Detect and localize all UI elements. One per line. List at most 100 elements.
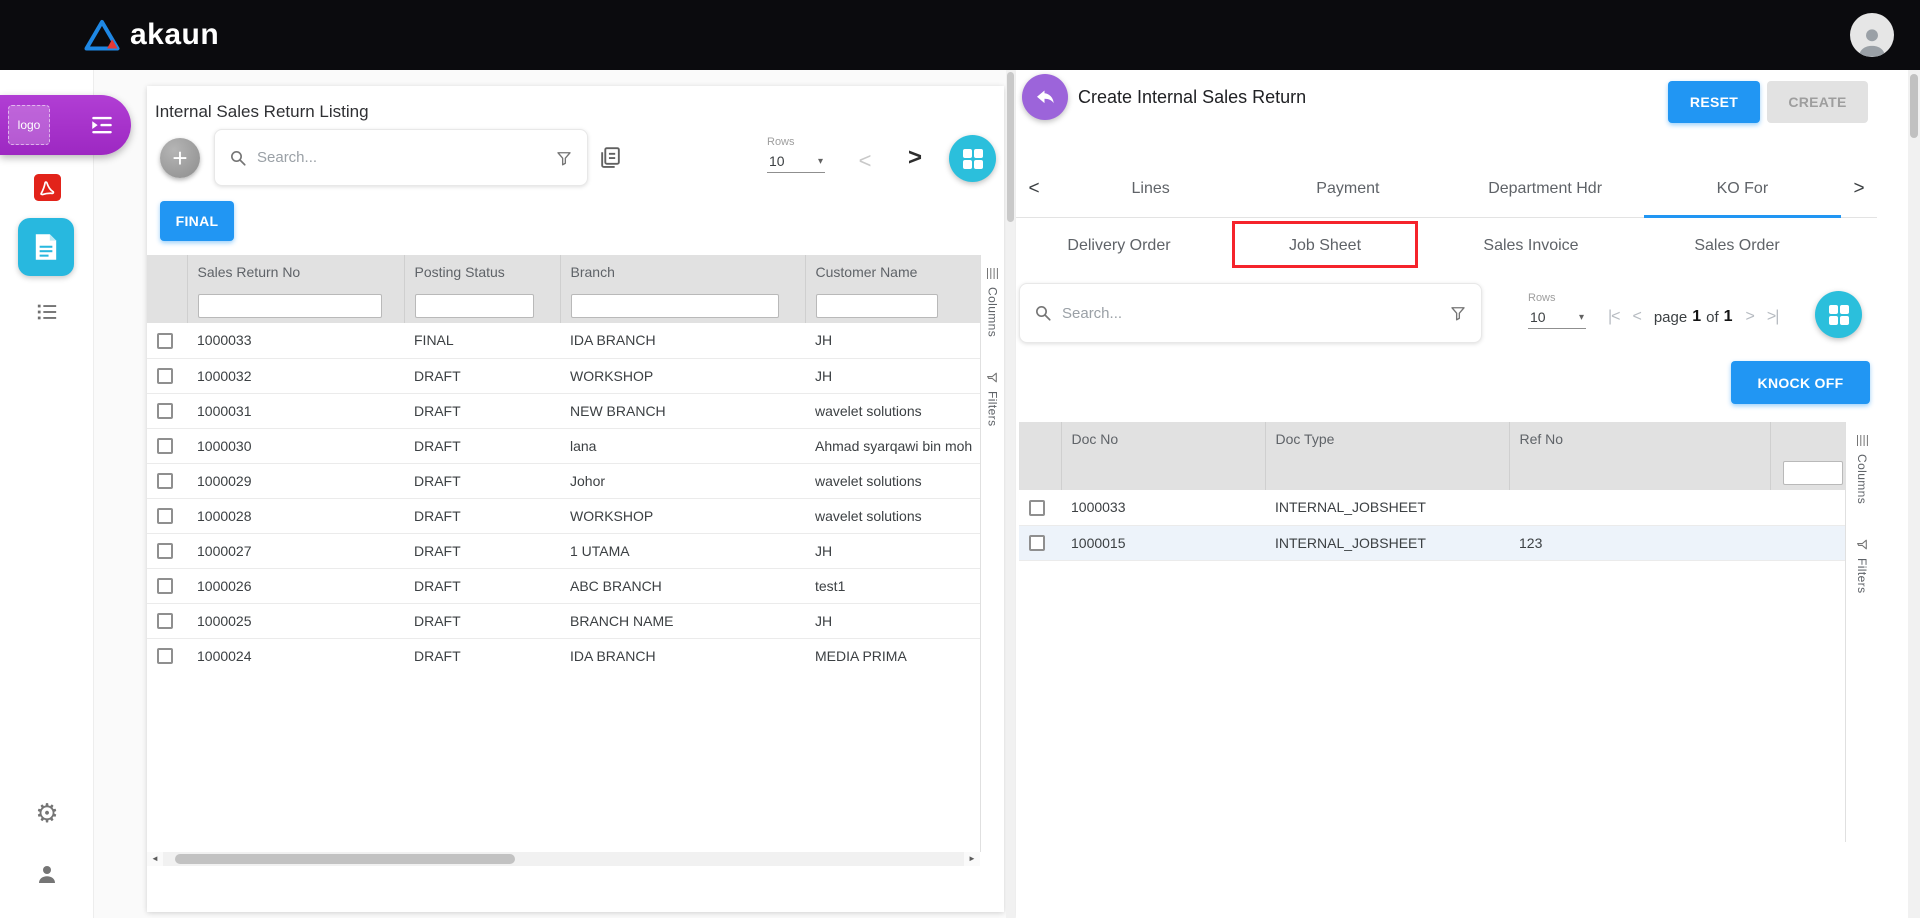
grid-view-button[interactable] [949, 135, 996, 182]
row-checkbox[interactable] [157, 333, 173, 349]
document-module-button[interactable] [18, 218, 74, 276]
brand-logo[interactable]: akaun [84, 18, 219, 52]
user-avatar[interactable] [1850, 13, 1894, 57]
subtab-delivery-order[interactable]: Delivery Order [1016, 218, 1222, 273]
filter-funnel-icon[interactable] [555, 149, 573, 167]
table-row[interactable]: 1000026DRAFTABC BRANCHtest1 [147, 568, 980, 603]
rows-label: Rows [1528, 292, 1586, 304]
columns-toggle[interactable]: Columns [1855, 434, 1869, 504]
cell-branch: WORKSHOP [560, 358, 805, 393]
dropdown-caret-icon: ▾ [818, 156, 823, 167]
subtab-sales-order[interactable]: Sales Order [1634, 218, 1840, 273]
columns-toggle[interactable]: Columns [986, 267, 1000, 337]
scrollbar-track[interactable] [163, 852, 964, 866]
cell-customer_name: JH [805, 323, 980, 358]
middle-scrollbar-thumb[interactable] [1007, 72, 1014, 222]
tab-department-hdr[interactable]: Department Hdr [1447, 160, 1644, 217]
scrollbar-thumb[interactable] [175, 854, 515, 864]
filter-branch[interactable] [571, 294, 779, 318]
filters-icon [1856, 538, 1869, 551]
create-button[interactable]: CREATE [1767, 81, 1868, 123]
row-checkbox[interactable] [157, 473, 173, 489]
sidebar: logo ⚙ [0, 70, 94, 918]
table-row[interactable]: 1000033INTERNAL_JOBSHEET [1019, 490, 1845, 525]
row-checkbox-cell [1019, 490, 1061, 525]
list-module-icon[interactable] [0, 302, 94, 322]
copy-pages-icon[interactable] [598, 145, 623, 170]
grid-view-button[interactable] [1815, 291, 1862, 338]
tab-ko-for[interactable]: KO For [1644, 160, 1841, 217]
row-checkbox[interactable] [157, 578, 173, 594]
list-icon [36, 302, 58, 322]
horizontal-scrollbar: ◄ ► [147, 852, 980, 866]
tabs-scroll-right-icon[interactable]: > [1841, 160, 1877, 217]
first-page-button[interactable]: |< [1608, 308, 1620, 326]
table-row[interactable]: 1000024DRAFTIDA BRANCHMEDIA PRIMA [147, 638, 980, 673]
search-input[interactable] [1062, 305, 1439, 322]
prev-page-button[interactable]: < [1633, 308, 1641, 326]
cell-posting_status: DRAFT [404, 568, 560, 603]
filter-sales-return-no[interactable] [198, 294, 382, 318]
posting-status-final-chip[interactable]: FINAL [160, 201, 234, 241]
row-checkbox[interactable] [157, 543, 173, 559]
sidebar-logo-pill[interactable]: logo [0, 95, 131, 155]
filters-label: Filters [1855, 558, 1869, 593]
search-icon [229, 149, 247, 167]
row-checkbox[interactable] [157, 368, 173, 384]
pdf-app-icon[interactable] [0, 174, 94, 201]
table-row[interactable]: 1000029DRAFTJohorwavelet solutions [147, 463, 980, 498]
table-row[interactable]: 1000030DRAFTlanaAhmad syarqawi bin moh [147, 428, 980, 463]
prev-page-button[interactable]: < [851, 148, 879, 174]
table-row[interactable]: 1000033FINALIDA BRANCHJH [147, 323, 980, 358]
tab-payment[interactable]: Payment [1249, 160, 1446, 217]
subtab-sales-invoice[interactable]: Sales Invoice [1428, 218, 1634, 273]
profile-person-icon[interactable] [0, 862, 94, 886]
next-page-button[interactable]: > [901, 144, 929, 172]
row-checkbox[interactable] [157, 508, 173, 524]
table-row[interactable]: 1000025DRAFTBRANCH NAMEJH [147, 603, 980, 638]
next-page-button[interactable]: > [1746, 308, 1754, 326]
filters-toggle[interactable]: Filters [1855, 538, 1869, 593]
window-scrollbar[interactable] [1908, 70, 1920, 918]
filter-extra[interactable] [1783, 461, 1843, 485]
last-page-button[interactable]: >| [1767, 308, 1779, 326]
row-checkbox-cell [147, 603, 187, 638]
row-checkbox[interactable] [157, 403, 173, 419]
table-row[interactable]: 1000027DRAFT1 UTAMAJH [147, 533, 980, 568]
reset-button[interactable]: RESET [1668, 81, 1760, 123]
subtab-job-sheet[interactable]: Job Sheet [1222, 218, 1428, 273]
tab-lines[interactable]: Lines [1052, 160, 1249, 217]
back-button[interactable] [1022, 74, 1068, 120]
filter-customer-name[interactable] [816, 294, 938, 318]
internal-sales-return-listing-panel: Internal Sales Return Listing + Rows 10 … [147, 86, 1004, 912]
tabs-scroll-left-icon[interactable]: < [1016, 160, 1052, 217]
row-checkbox[interactable] [157, 613, 173, 629]
scroll-left-arrow[interactable]: ◄ [147, 852, 163, 866]
row-checkbox[interactable] [1029, 535, 1045, 551]
knock-off-button[interactable]: KNOCK OFF [1731, 361, 1870, 404]
filter-funnel-icon[interactable] [1449, 304, 1467, 322]
table-row[interactable]: 1000028DRAFTWORKSHOPwavelet solutions [147, 498, 980, 533]
table-row[interactable]: 1000015INTERNAL_JOBSHEET123 [1019, 525, 1845, 560]
table-row[interactable]: 1000031DRAFTNEW BRANCHwavelet solutions [147, 393, 980, 428]
middle-vertical-scrollbar[interactable] [1006, 70, 1015, 918]
cell-branch: lana [560, 428, 805, 463]
row-checkbox[interactable] [157, 438, 173, 454]
table-row[interactable]: 1000032DRAFTWORKSHOPJH [147, 358, 980, 393]
menu-collapse-icon[interactable] [89, 112, 115, 138]
row-checkbox[interactable] [1029, 500, 1045, 516]
rows-per-page-select[interactable]: Rows 10 ▾ [767, 136, 825, 173]
topbar: akaun [0, 0, 1920, 70]
add-record-button[interactable]: + [160, 138, 200, 178]
jobsheet-table: Doc No Doc Type Ref No 1000033INTERNAL_J… [1019, 422, 1845, 561]
filter-posting-status[interactable] [415, 294, 534, 318]
window-scrollbar-thumb[interactable] [1910, 74, 1918, 138]
filter-row [1019, 456, 1845, 490]
filters-toggle[interactable]: Filters [986, 371, 1000, 426]
scroll-right-arrow[interactable]: ► [964, 852, 980, 866]
row-checkbox[interactable] [157, 648, 173, 664]
cell-sales_return_no: 1000033 [187, 323, 404, 358]
settings-gear-icon[interactable]: ⚙ [0, 800, 94, 826]
search-input[interactable] [257, 149, 545, 166]
rows-per-page-select[interactable]: Rows 10 ▾ [1528, 292, 1586, 329]
